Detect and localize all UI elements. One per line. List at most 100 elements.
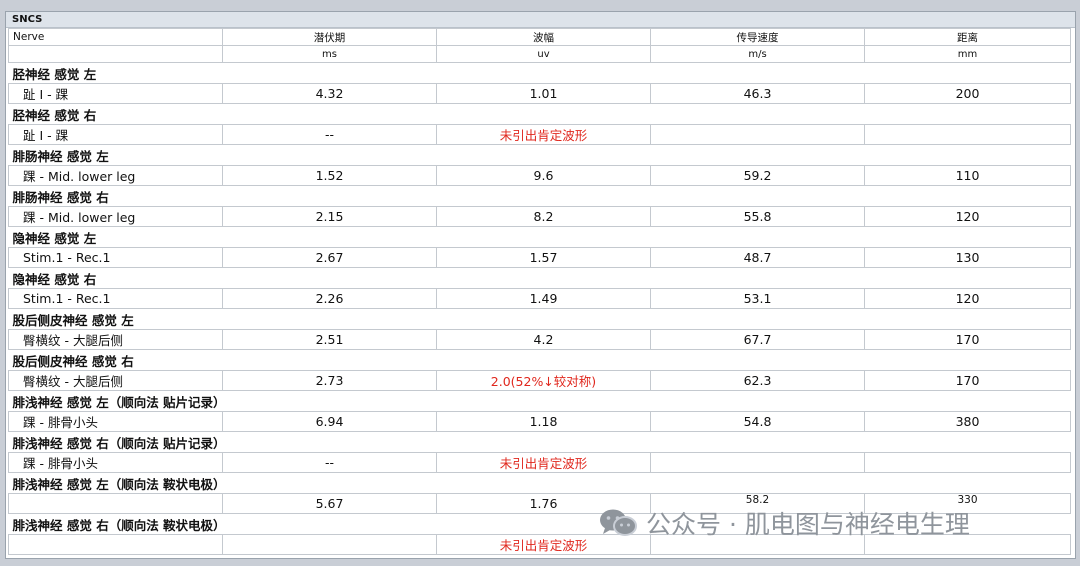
site-cell: Stim.1 - Rec.1 xyxy=(8,288,223,309)
unit-latency: ms xyxy=(222,45,437,63)
velocity-cell: 46.3 xyxy=(650,83,865,104)
section-header-row: 隐神经 感觉 左 xyxy=(8,226,1071,248)
site-cell xyxy=(8,493,223,514)
latency-cell: 5.67 xyxy=(222,493,437,514)
unit-velocity: m/s xyxy=(650,45,865,63)
table-row: 踝 - 腓骨小头 -- 未引出肯定波形 xyxy=(8,452,1071,473)
latency-cell: 6.94 xyxy=(222,411,437,432)
section-header-row: 股后侧皮神经 感觉 左 xyxy=(8,308,1071,330)
distance-cell: 120 xyxy=(864,288,1071,309)
wechat-icon xyxy=(598,507,638,539)
section-header-row: 胫神经 感觉 左 xyxy=(8,62,1071,84)
nerve-section-title: 腓浅神经 感觉 右（顺向法 贴片记录） xyxy=(8,431,1071,453)
distance-cell: 380 xyxy=(864,411,1071,432)
velocity-cell: 48.7 xyxy=(650,247,865,268)
distance-cell xyxy=(864,452,1071,473)
amplitude-cell: 4.2 xyxy=(436,329,651,350)
site-cell: 踝 - 腓骨小头 xyxy=(8,452,223,473)
section-header-row: 腓肠神经 感觉 右 xyxy=(8,185,1071,207)
unit-distance: mm xyxy=(864,45,1071,63)
site-cell: 臀横纹 - 大腿后侧 xyxy=(8,329,223,350)
table-row: Stim.1 - Rec.1 2.26 1.49 53.1 120 xyxy=(8,288,1071,309)
header-row: Nerve 潜伏期 波幅 传导速度 距离 xyxy=(8,28,1071,46)
latency-cell: 2.67 xyxy=(222,247,437,268)
site-cell: Stim.1 - Rec.1 xyxy=(8,247,223,268)
nerve-section-title: 胫神经 感觉 左 xyxy=(8,62,1071,84)
panel-title: SNCS xyxy=(6,12,1075,28)
distance-cell: 120 xyxy=(864,206,1071,227)
section-header-row: 隐神经 感觉 右 xyxy=(8,267,1071,289)
table-row: Stim.1 - Rec.1 2.67 1.57 48.7 130 xyxy=(8,247,1071,268)
watermark: 公众号 · 肌电图与神经电生理 xyxy=(598,505,970,541)
nerve-section-title: 股后侧皮神经 感觉 左 xyxy=(8,308,1071,330)
velocity-cell xyxy=(650,452,865,473)
latency-cell: -- xyxy=(222,452,437,473)
amplitude-cell: 1.18 xyxy=(436,411,651,432)
nerve-section-title: 腓肠神经 感觉 右 xyxy=(8,185,1071,207)
latency-cell: -- xyxy=(222,124,437,145)
velocity-cell xyxy=(650,124,865,145)
table-row: 踝 - Mid. lower leg 1.52 9.6 59.2 110 xyxy=(8,165,1071,186)
latency-cell: 1.52 xyxy=(222,165,437,186)
section-header-row: 腓浅神经 感觉 左（顺向法 贴片记录） xyxy=(8,390,1071,412)
amplitude-cell: 1.01 xyxy=(436,83,651,104)
site-cell: 趾 I - 踝 xyxy=(8,83,223,104)
column-header-velocity: 传导速度 xyxy=(650,28,865,46)
amplitude-cell: 未引出肯定波形 xyxy=(436,452,651,473)
section-header-row: 股后侧皮神经 感觉 右 xyxy=(8,349,1071,371)
amplitude-cell: 1.49 xyxy=(436,288,651,309)
nerve-section-title: 腓浅神经 感觉 左（顺向法 贴片记录） xyxy=(8,390,1071,412)
latency-cell: 2.51 xyxy=(222,329,437,350)
table-row: 趾 I - 踝 4.32 1.01 46.3 200 xyxy=(8,83,1071,104)
velocity-cell: 54.8 xyxy=(650,411,865,432)
nerve-section-title: 隐神经 感觉 左 xyxy=(8,226,1071,248)
amplitude-cell: 1.57 xyxy=(436,247,651,268)
velocity-cell: 55.8 xyxy=(650,206,865,227)
latency-cell: 4.32 xyxy=(222,83,437,104)
section-header-row: 腓浅神经 感觉 左（顺向法 鞍状电极） xyxy=(8,472,1071,494)
amplitude-cell: 2.0(52%↓较对称) xyxy=(436,370,651,391)
amplitude-cell: 8.2 xyxy=(436,206,651,227)
amplitude-cell: 未引出肯定波形 xyxy=(436,124,651,145)
unit-row: ms uv m/s mm xyxy=(8,45,1071,63)
distance-cell: 170 xyxy=(864,329,1071,350)
nerve-section-title: 股后侧皮神经 感觉 右 xyxy=(8,349,1071,371)
distance-cell: 200 xyxy=(864,83,1071,104)
section-header-row: 胫神经 感觉 右 xyxy=(8,103,1071,125)
table-row: 趾 I - 踝 -- 未引出肯定波形 xyxy=(8,124,1071,145)
section-header-row: 腓浅神经 感觉 右（顺向法 贴片记录） xyxy=(8,431,1071,453)
sncs-table: Nerve 潜伏期 波幅 传导速度 距离 ms uv m/s mm 胫神经 感觉… xyxy=(8,28,1071,555)
velocity-cell: 53.1 xyxy=(650,288,865,309)
latency-cell: 2.26 xyxy=(222,288,437,309)
site-cell: 踝 - 腓骨小头 xyxy=(8,411,223,432)
site-cell xyxy=(8,534,223,555)
velocity-cell: 62.3 xyxy=(650,370,865,391)
site-cell: 趾 I - 踝 xyxy=(8,124,223,145)
unit-nerve xyxy=(8,45,223,63)
amplitude-cell: 9.6 xyxy=(436,165,651,186)
site-cell: 臀横纹 - 大腿后侧 xyxy=(8,370,223,391)
sncs-panel: SNCS Nerve 潜伏期 波幅 传导速度 距离 ms uv m/s mm 胫… xyxy=(5,11,1076,559)
section-header-row: 腓肠神经 感觉 左 xyxy=(8,144,1071,166)
nerve-section-title: 腓肠神经 感觉 左 xyxy=(8,144,1071,166)
distance-cell: 110 xyxy=(864,165,1071,186)
distance-cell: 170 xyxy=(864,370,1071,391)
distance-cell: 130 xyxy=(864,247,1071,268)
table-row: 踝 - 腓骨小头 6.94 1.18 54.8 380 xyxy=(8,411,1071,432)
table-row: 踝 - Mid. lower leg 2.15 8.2 55.8 120 xyxy=(8,206,1071,227)
watermark-text: 公众号 · 肌电图与神经电生理 xyxy=(646,510,970,539)
column-header-nerve: Nerve xyxy=(8,28,223,46)
site-cell: 踝 - Mid. lower leg xyxy=(8,165,223,186)
unit-amplitude: uv xyxy=(436,45,651,63)
column-header-latency: 潜伏期 xyxy=(222,28,437,46)
velocity-cell: 59.2 xyxy=(650,165,865,186)
nerve-section-title: 腓浅神经 感觉 左（顺向法 鞍状电极） xyxy=(8,472,1071,494)
latency-cell xyxy=(222,534,437,555)
latency-cell: 2.73 xyxy=(222,370,437,391)
site-cell: 踝 - Mid. lower leg xyxy=(8,206,223,227)
column-header-amplitude: 波幅 xyxy=(436,28,651,46)
table-row: 臀横纹 - 大腿后侧 2.51 4.2 67.7 170 xyxy=(8,329,1071,350)
column-header-distance: 距离 xyxy=(864,28,1071,46)
nerve-section-title: 胫神经 感觉 右 xyxy=(8,103,1071,125)
velocity-cell: 67.7 xyxy=(650,329,865,350)
